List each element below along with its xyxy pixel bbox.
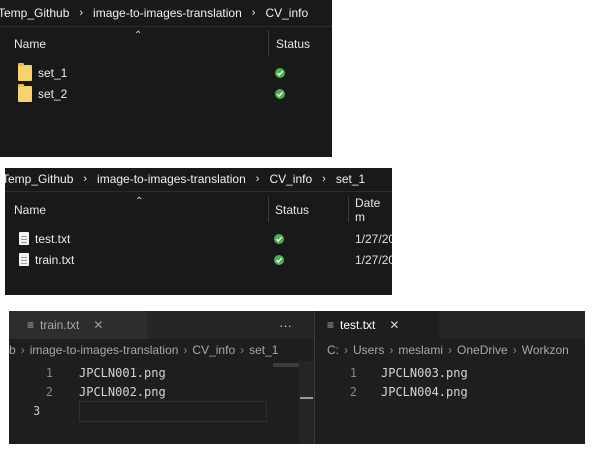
breadcrumb-item[interactable]: set_1 bbox=[336, 172, 365, 186]
line-text[interactable]: JPCLN001.png bbox=[79, 366, 166, 380]
tab-train-txt[interactable]: ≡ train.txt ✕ bbox=[9, 311, 147, 339]
chevron-right-icon: › bbox=[389, 343, 394, 357]
explorer-window-cv-info: Temp_Github › image-to-images-translatio… bbox=[0, 0, 332, 157]
breadcrumb-item[interactable]: image-to-images-translation bbox=[93, 6, 242, 20]
column-header-status[interactable]: Status bbox=[275, 199, 309, 221]
breadcrumb-item[interactable]: image-to-images-translation bbox=[97, 172, 246, 186]
file-name-cell: set_1 bbox=[18, 62, 67, 81]
column-divider[interactable] bbox=[268, 196, 269, 222]
code-line[interactable]: 1 JPCLN003.png bbox=[315, 363, 585, 382]
breadcrumb-item[interactable]: CV_info bbox=[265, 6, 308, 20]
breadcrumb-item[interactable]: C: bbox=[327, 343, 339, 357]
file-row[interactable]: set_2 bbox=[0, 83, 332, 104]
chevron-right-icon: › bbox=[251, 7, 256, 19]
line-text[interactable]: JPCLN004.png bbox=[381, 385, 468, 399]
sync-status-icon bbox=[275, 67, 285, 78]
column-divider[interactable] bbox=[268, 30, 269, 56]
line-number: 1 bbox=[349, 365, 357, 380]
tab-label: test.txt bbox=[340, 318, 376, 332]
folder-icon bbox=[18, 83, 32, 102]
line-text[interactable]: JPCLN003.png bbox=[381, 366, 468, 380]
tab-test-txt[interactable]: ≡ test.txt ✕ bbox=[315, 311, 439, 339]
line-number: 1 bbox=[45, 365, 53, 380]
breadcrumb: C: › Users › meslami › OneDrive › Workzo… bbox=[327, 339, 585, 361]
chevron-right-icon: › bbox=[512, 343, 517, 357]
chevron-right-icon: › bbox=[20, 343, 25, 357]
folder-icon bbox=[18, 62, 32, 81]
column-header-status[interactable]: Status bbox=[276, 33, 310, 55]
chevron-right-icon: › bbox=[240, 343, 245, 357]
text-file-icon: ≡ bbox=[27, 318, 35, 332]
code-line-current[interactable] bbox=[79, 401, 267, 422]
file-date: 1/27/20 bbox=[355, 252, 392, 267]
line-number: 3 bbox=[33, 403, 41, 418]
file-icon bbox=[19, 253, 29, 266]
column-header-name[interactable]: Name bbox=[14, 33, 46, 55]
divider bbox=[0, 26, 332, 27]
explorer-window-set-1: Temp_Github › image-to-images-translatio… bbox=[5, 168, 392, 295]
chevron-right-icon: › bbox=[183, 343, 188, 357]
breadcrumb-item[interactable]: b bbox=[9, 343, 16, 357]
breadcrumb-item[interactable]: image-to-images-translation bbox=[30, 343, 179, 357]
divider bbox=[5, 191, 392, 192]
file-name-cell: test.txt bbox=[19, 232, 70, 246]
breadcrumb: b › image-to-images-translation › CV_inf… bbox=[9, 339, 314, 361]
file-name[interactable]: set_1 bbox=[38, 66, 67, 80]
breadcrumb-item[interactable]: Temp_Github bbox=[5, 172, 73, 186]
sort-ascending-icon: ⌃ bbox=[134, 30, 143, 41]
file-row[interactable]: set_1 bbox=[0, 62, 332, 83]
file-name-cell: set_2 bbox=[18, 83, 67, 102]
scrollbar[interactable] bbox=[299, 361, 314, 444]
column-headers: ⌃ Name Status Date m bbox=[5, 196, 392, 224]
chevron-right-icon: › bbox=[448, 343, 453, 357]
file-date: 1/27/20 bbox=[355, 231, 392, 246]
sync-status-icon bbox=[274, 254, 284, 265]
file-row[interactable]: test.txt 1/27/20 bbox=[5, 228, 392, 249]
tab-label: train.txt bbox=[40, 318, 80, 332]
chevron-right-icon: › bbox=[255, 173, 260, 185]
chevron-right-icon: › bbox=[83, 173, 88, 185]
breadcrumb-item[interactable]: CV_info bbox=[269, 172, 312, 186]
line-text[interactable]: JPCLN002.png bbox=[79, 385, 166, 399]
close-icon[interactable]: ✕ bbox=[389, 318, 399, 332]
file-name[interactable]: train.txt bbox=[35, 253, 74, 267]
scrollbar-thumb[interactable] bbox=[300, 397, 313, 399]
file-name[interactable]: test.txt bbox=[35, 232, 70, 246]
code-line[interactable]: 1 JPCLN001.png bbox=[9, 363, 314, 382]
column-divider[interactable] bbox=[348, 196, 349, 222]
column-header-date[interactable]: Date m bbox=[355, 196, 392, 224]
breadcrumb-item[interactable]: Temp_Github bbox=[0, 6, 69, 20]
sync-status-icon bbox=[274, 233, 284, 244]
more-actions-button[interactable]: ··· bbox=[279, 311, 292, 339]
breadcrumb-item[interactable]: Users bbox=[353, 343, 384, 357]
editor-group-left: ≡ train.txt ✕ ··· b › image-to-images-tr… bbox=[9, 311, 314, 444]
chevron-right-icon: › bbox=[344, 343, 348, 357]
sync-status-icon bbox=[275, 88, 285, 99]
line-number: 2 bbox=[349, 384, 357, 399]
address-bar[interactable]: Temp_Github › image-to-images-translatio… bbox=[0, 2, 332, 24]
chevron-right-icon: › bbox=[79, 7, 84, 19]
breadcrumb-item[interactable]: set_1 bbox=[249, 343, 278, 357]
minimap[interactable] bbox=[273, 363, 299, 367]
line-number: 2 bbox=[45, 384, 53, 399]
text-file-icon: ≡ bbox=[327, 318, 335, 332]
column-header-name[interactable]: Name bbox=[14, 199, 46, 221]
sort-ascending-icon: ⌃ bbox=[135, 196, 144, 207]
breadcrumb-item[interactable]: Workzon bbox=[522, 343, 569, 357]
editor-group-right: ≡ test.txt ✕ C: › Users › meslami › OneD… bbox=[315, 311, 585, 444]
address-bar[interactable]: Temp_Github › image-to-images-translatio… bbox=[5, 168, 392, 190]
file-name-cell: train.txt bbox=[19, 253, 74, 267]
column-headers: ⌃ Name Status bbox=[0, 30, 332, 56]
chevron-right-icon: › bbox=[322, 173, 326, 185]
breadcrumb-item[interactable]: meslami bbox=[398, 343, 443, 357]
file-row[interactable]: train.txt 1/27/20 bbox=[5, 249, 392, 270]
close-icon[interactable]: ✕ bbox=[93, 318, 103, 332]
breadcrumb-item[interactable]: OneDrive bbox=[457, 343, 508, 357]
breadcrumb-item[interactable]: CV_info bbox=[192, 343, 235, 357]
file-name[interactable]: set_2 bbox=[38, 87, 67, 101]
code-line[interactable]: 2 JPCLN002.png bbox=[9, 382, 314, 401]
file-icon bbox=[19, 232, 29, 245]
vscode-editor-window: ≡ train.txt ✕ ··· b › image-to-images-tr… bbox=[9, 311, 585, 444]
code-line[interactable]: 2 JPCLN004.png bbox=[315, 382, 585, 401]
